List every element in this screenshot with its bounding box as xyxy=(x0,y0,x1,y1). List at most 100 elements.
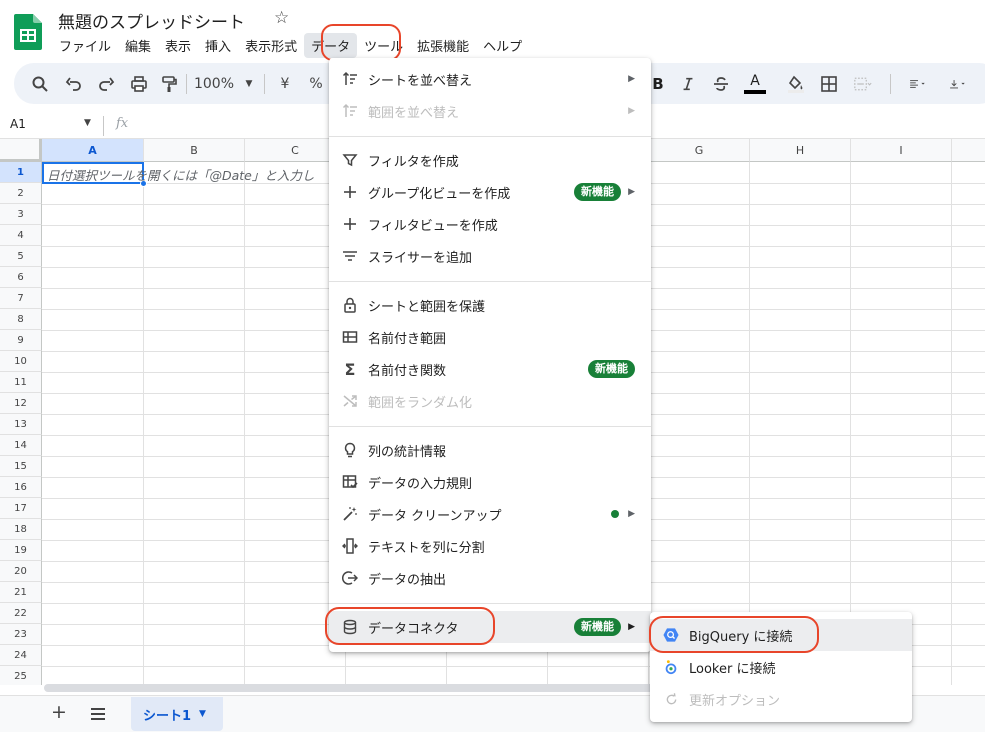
submenu-arrow-icon: ▶ xyxy=(628,187,635,197)
extract-icon xyxy=(341,569,359,587)
menu-insert[interactable]: 挿入 xyxy=(198,33,238,58)
document-title[interactable]: 無題のスプレッドシート xyxy=(58,8,245,33)
row-header-15[interactable]: 15 xyxy=(0,456,42,477)
row-header-8[interactable]: 8 xyxy=(0,309,42,330)
menu-extensions[interactable]: 拡張機能 xyxy=(410,33,476,58)
row-header-9[interactable]: 9 xyxy=(0,330,42,351)
column-header-j[interactable] xyxy=(952,139,985,162)
submenu-item-looker[interactable]: Looker に接続 xyxy=(650,651,912,683)
row-header-14[interactable]: 14 xyxy=(0,435,42,456)
strikethrough-icon[interactable] xyxy=(712,72,730,96)
print-icon[interactable] xyxy=(129,72,149,96)
name-box[interactable]: A1 xyxy=(10,117,26,131)
row-header-25[interactable]: 25 xyxy=(0,666,42,685)
row-header-18[interactable]: 18 xyxy=(0,519,42,540)
plus-icon xyxy=(341,183,359,201)
menu-item-protect[interactable]: シートと範囲を保護 xyxy=(329,289,651,321)
row-header-3[interactable]: 3 xyxy=(0,204,42,225)
column-header-h[interactable]: H xyxy=(750,139,851,162)
text-color-letter: A xyxy=(750,73,760,89)
menu-item-create-filter[interactable]: フィルタを作成 xyxy=(329,144,651,176)
menu-item-create-filter-view[interactable]: フィルタビューを作成 xyxy=(329,208,651,240)
select-all-corner[interactable] xyxy=(0,139,42,162)
column-header-b[interactable]: B xyxy=(144,139,245,162)
refresh-icon xyxy=(662,690,680,708)
row-header-13[interactable]: 13 xyxy=(0,414,42,435)
menu-help[interactable]: ヘルプ xyxy=(476,33,529,58)
name-box-dropdown-icon[interactable]: ▼ xyxy=(84,118,91,128)
row-header-12[interactable]: 12 xyxy=(0,393,42,414)
sheet-tab-label: シート1 xyxy=(143,708,192,724)
row-header-24[interactable]: 24 xyxy=(0,645,42,666)
row-header-7[interactable]: 7 xyxy=(0,288,42,309)
search-icon[interactable] xyxy=(30,72,50,96)
text-color-icon[interactable]: A xyxy=(744,72,766,96)
validation-icon xyxy=(341,473,359,491)
sheet-tab-active[interactable]: シート1 ▼ xyxy=(131,697,223,731)
add-sheet-icon[interactable]: + xyxy=(51,701,67,723)
split-icon xyxy=(341,537,359,555)
bold-icon[interactable]: B xyxy=(650,72,666,96)
filter-icon xyxy=(341,151,359,169)
vertical-align-icon[interactable] xyxy=(942,72,974,96)
merge-cells-icon[interactable] xyxy=(852,72,874,96)
menu-format[interactable]: 表示形式 xyxy=(238,33,304,58)
row-header-6[interactable]: 6 xyxy=(0,267,42,288)
date-picker-hint: 日付選択ツールを開くには「@Date」と入力し xyxy=(47,168,315,183)
menu-item-randomize-range: 範囲をランダム化 xyxy=(329,385,651,417)
row-header-21[interactable]: 21 xyxy=(0,582,42,603)
menu-item-split-text[interactable]: テキストを列に分割 xyxy=(329,530,651,562)
menu-item-column-stats[interactable]: 列の統計情報 xyxy=(329,434,651,466)
sheet-tab-dropdown-icon[interactable]: ▼ xyxy=(199,709,206,719)
new-feature-badge: 新機能 xyxy=(588,360,635,378)
row-header-17[interactable]: 17 xyxy=(0,498,42,519)
menu-file[interactable]: ファイル xyxy=(52,33,118,58)
menu-item-create-group-view[interactable]: グループ化ビューを作成 新機能 ▶ xyxy=(329,176,651,208)
row-header-16[interactable]: 16 xyxy=(0,477,42,498)
row-header-4[interactable]: 4 xyxy=(0,225,42,246)
align-left-icon[interactable] xyxy=(902,72,934,96)
borders-icon[interactable] xyxy=(820,72,838,96)
menu-item-data-validation[interactable]: データの入力規則 xyxy=(329,466,651,498)
plus-icon xyxy=(341,215,359,233)
zoom-select[interactable]: 100% xyxy=(194,72,234,96)
italic-icon[interactable] xyxy=(680,72,696,96)
redo-icon[interactable] xyxy=(96,72,116,96)
menu-item-sort-sheet[interactable]: シートを並べ替え ▶ xyxy=(329,63,651,95)
menu-item-add-slicer[interactable]: スライサーを追加 xyxy=(329,240,651,272)
row-header-10[interactable]: 10 xyxy=(0,351,42,372)
row-header-22[interactable]: 22 xyxy=(0,603,42,624)
row-header-23[interactable]: 23 xyxy=(0,624,42,645)
sigma-icon: Σ xyxy=(344,359,356,379)
row-header-2[interactable]: 2 xyxy=(0,183,42,204)
currency-format-button[interactable]: ¥ xyxy=(278,72,292,96)
all-sheets-menu-icon[interactable] xyxy=(90,707,106,721)
row-header-19[interactable]: 19 xyxy=(0,540,42,561)
menu-edit[interactable]: 編集 xyxy=(118,33,158,58)
undo-icon[interactable] xyxy=(64,72,84,96)
menu-item-named-functions[interactable]: Σ 名前付き関数 新機能 xyxy=(329,353,651,385)
menu-item-named-ranges[interactable]: 名前付き範囲 xyxy=(329,321,651,353)
column-header-a[interactable]: A xyxy=(42,139,144,162)
row-header-5[interactable]: 5 xyxy=(0,246,42,267)
fill-color-icon[interactable] xyxy=(786,72,806,96)
star-icon[interactable]: ☆ xyxy=(274,8,289,28)
horizontal-scrollbar[interactable] xyxy=(44,684,654,692)
menu-item-data-cleanup[interactable]: データ クリーンアップ ▶ xyxy=(329,498,651,530)
menu-item-data-extract[interactable]: データの抽出 xyxy=(329,562,651,594)
row-header-1[interactable]: 1 xyxy=(0,162,42,183)
column-header-i[interactable]: I xyxy=(851,139,952,162)
sheets-logo-icon[interactable] xyxy=(14,14,42,50)
paint-format-icon[interactable] xyxy=(159,72,179,96)
menu-view[interactable]: 表示 xyxy=(158,33,198,58)
magic-wand-icon xyxy=(341,505,359,523)
column-header-g[interactable]: G xyxy=(649,139,750,162)
new-indicator-dot xyxy=(611,510,619,518)
sort-icon xyxy=(341,70,359,88)
row-header-11[interactable]: 11 xyxy=(0,372,42,393)
menubar: ファイル 編集 表示 挿入 表示形式 データ ツール 拡張機能 ヘルプ xyxy=(52,32,529,58)
percent-format-button[interactable]: % xyxy=(308,72,324,96)
zoom-dropdown-icon[interactable]: ▼ xyxy=(242,72,256,96)
row-header-20[interactable]: 20 xyxy=(0,561,42,582)
highlight-ring-data-menu xyxy=(321,24,401,61)
